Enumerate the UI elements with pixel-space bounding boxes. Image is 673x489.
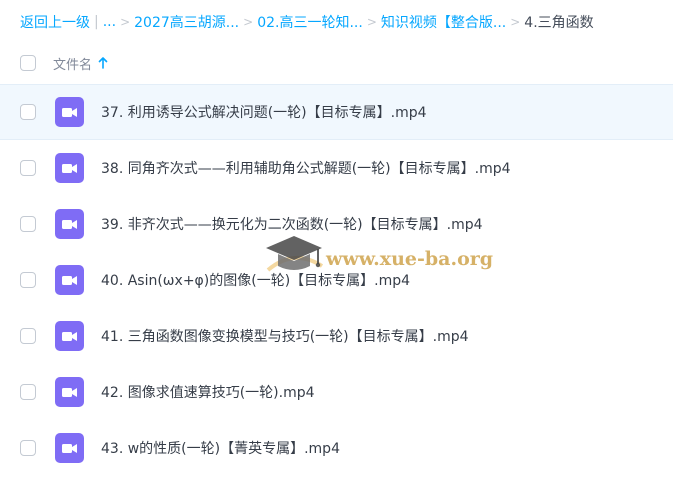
- breadcrumb-current: 4.三角函数: [524, 15, 594, 31]
- breadcrumb-separator: >: [120, 15, 131, 29]
- breadcrumb-item[interactable]: 02.高三一轮知...: [257, 12, 363, 32]
- select-all-checkbox[interactable]: [20, 55, 36, 71]
- file-row[interactable]: 38. 同角齐次式——利用辅助角公式解题(一轮)【目标专属】.mp4: [0, 140, 673, 196]
- row-checkbox[interactable]: [20, 328, 36, 344]
- file-row[interactable]: 42. 图像求值速算技巧(一轮).mp4: [0, 364, 673, 420]
- breadcrumb-separator: >: [366, 15, 377, 29]
- row-checkbox[interactable]: [20, 160, 36, 176]
- video-file-icon: [55, 209, 84, 239]
- column-header-name: 文件名: [53, 57, 93, 73]
- file-name[interactable]: 40. Asin(ωx+φ)的图像(一轮)【目标专属】.mp4: [101, 270, 410, 290]
- back-link[interactable]: 返回上一级: [20, 12, 90, 32]
- video-file-icon: [55, 321, 84, 351]
- file-name[interactable]: 42. 图像求值速算技巧(一轮).mp4: [101, 382, 315, 402]
- video-file-icon: [55, 97, 84, 127]
- file-name[interactable]: 41. 三角函数图像变换模型与技巧(一轮)【目标专属】.mp4: [101, 326, 469, 346]
- breadcrumb: 返回上一级 | ... > 2027高三胡源... > 02.高三一轮知... …: [20, 12, 594, 32]
- arrow-up-icon: [98, 57, 108, 69]
- breadcrumb-ellipsis[interactable]: ...: [103, 14, 116, 30]
- breadcrumb-item[interactable]: 知识视频【整合版...: [381, 12, 506, 32]
- row-checkbox[interactable]: [20, 216, 36, 232]
- video-file-icon: [55, 153, 84, 183]
- list-header: 文件名: [0, 44, 673, 82]
- row-checkbox[interactable]: [20, 104, 36, 120]
- file-list: 37. 利用诱导公式解决问题(一轮)【目标专属】.mp4 38. 同角齐次式——…: [0, 84, 673, 476]
- file-name[interactable]: 37. 利用诱导公式解决问题(一轮)【目标专属】.mp4: [101, 102, 427, 122]
- row-checkbox[interactable]: [20, 440, 36, 456]
- file-row[interactable]: 43. w的性质(一轮)【菁英专属】.mp4: [0, 420, 673, 476]
- breadcrumb-separator: >: [510, 15, 521, 29]
- video-file-icon: [55, 433, 84, 463]
- file-row[interactable]: 37. 利用诱导公式解决问题(一轮)【目标专属】.mp4: [0, 84, 673, 140]
- video-file-icon: [55, 265, 84, 295]
- breadcrumb-separator: >: [243, 15, 254, 29]
- breadcrumb-pipe: |: [94, 14, 99, 30]
- file-row[interactable]: 39. 非齐次式——换元化为二次函数(一轮)【目标专属】.mp4: [0, 196, 673, 252]
- row-checkbox[interactable]: [20, 272, 36, 288]
- file-row[interactable]: 41. 三角函数图像变换模型与技巧(一轮)【目标专属】.mp4: [0, 308, 673, 364]
- row-checkbox[interactable]: [20, 384, 36, 400]
- video-file-icon: [55, 377, 84, 407]
- file-row[interactable]: 40. Asin(ωx+φ)的图像(一轮)【目标专属】.mp4: [0, 252, 673, 308]
- sort-by-name[interactable]: 文件名: [53, 54, 108, 73]
- file-name[interactable]: 38. 同角齐次式——利用辅助角公式解题(一轮)【目标专属】.mp4: [101, 158, 511, 178]
- breadcrumb-item[interactable]: 2027高三胡源...: [134, 12, 239, 32]
- file-name[interactable]: 39. 非齐次式——换元化为二次函数(一轮)【目标专属】.mp4: [101, 214, 483, 234]
- file-name[interactable]: 43. w的性质(一轮)【菁英专属】.mp4: [101, 438, 340, 458]
